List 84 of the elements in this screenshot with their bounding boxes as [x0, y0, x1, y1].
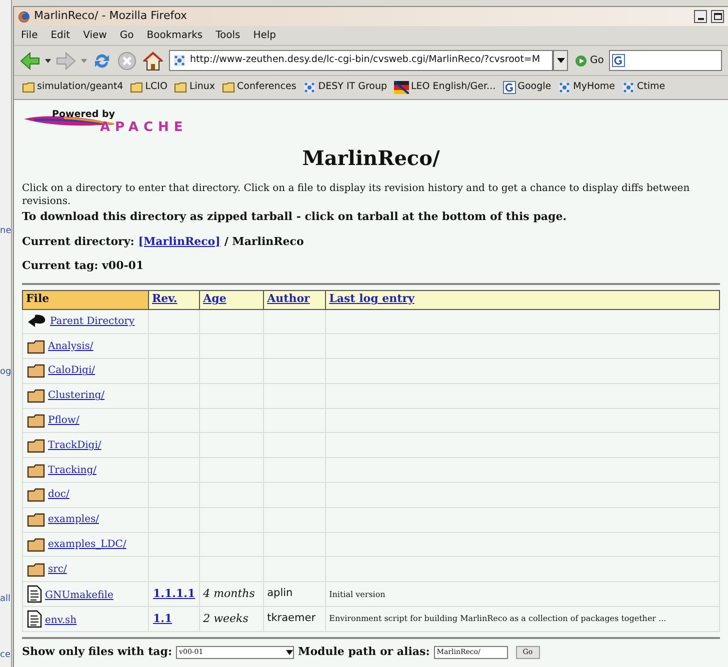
folder-icon — [27, 340, 45, 354]
folder-icon — [27, 562, 45, 577]
column-header[interactable]: Author — [264, 290, 326, 309]
column-header[interactable]: Age — [200, 290, 264, 309]
google-icon — [612, 54, 625, 67]
caret-icon — [286, 650, 294, 655]
bookmark-item[interactable]: MyHome — [558, 80, 616, 95]
maximize-button[interactable] — [711, 10, 724, 23]
menu-item[interactable]: View — [83, 28, 107, 43]
flag-icon — [394, 81, 410, 94]
home-icon[interactable] — [142, 50, 164, 70]
folder-icon — [27, 488, 45, 502]
bookmark-item[interactable]: Google — [502, 80, 552, 95]
column-header[interactable]: Rev. — [148, 290, 200, 309]
stop-icon[interactable] — [117, 50, 137, 70]
age-cell: 2 weeks — [203, 612, 248, 625]
url-field[interactable]: http://www-zeuthen.desy.de/lc-cgi-bin/cvsweb.cgi/MarlinReco/?cvsroot=M — [169, 50, 553, 71]
folder-icon — [27, 414, 45, 428]
column-header[interactable]: Last log entry — [326, 290, 720, 309]
menu-item[interactable]: File — [21, 28, 38, 43]
play-icon — [575, 54, 587, 66]
go-button[interactable]: Go — [575, 53, 604, 68]
author-cell: tkraemer — [267, 612, 316, 624]
network-icon — [558, 81, 572, 94]
window-text-fragment: og — [0, 366, 11, 379]
window-text-fragment: ce: — [0, 649, 11, 662]
log-entry: Initial version — [329, 590, 386, 599]
folder-icon — [222, 82, 236, 93]
bookmark-item[interactable]: Linux — [174, 80, 216, 95]
file-link[interactable]: src/ — [48, 562, 67, 577]
document-icon — [27, 610, 42, 628]
column-header[interactable]: File — [22, 290, 148, 309]
bookmark-item[interactable]: Conferences — [222, 80, 296, 95]
directory-link[interactable]: [MarlinReco] — [138, 234, 220, 250]
folder-icon — [27, 438, 45, 453]
folder-icon — [27, 538, 45, 552]
document-icon — [27, 585, 42, 604]
network-icon — [622, 81, 636, 94]
folder-icon — [27, 389, 45, 404]
url-dropdown-button[interactable] — [553, 50, 568, 71]
folder-icon — [130, 82, 144, 93]
tag-filter-label: Show only files with tag: — [22, 644, 172, 660]
author-cell: aplin — [267, 587, 293, 600]
minimize-button[interactable] — [694, 10, 707, 23]
network-icon — [303, 81, 316, 94]
file-link[interactable]: doc/ — [48, 487, 70, 502]
folder-icon — [27, 364, 45, 378]
menu-item[interactable]: Help — [253, 28, 276, 43]
menu-item[interactable]: Go — [120, 28, 134, 43]
menu-item[interactable]: Edit — [50, 28, 70, 43]
search-field[interactable] — [608, 50, 722, 71]
folder-icon — [174, 82, 188, 93]
network-icon — [173, 54, 186, 67]
dropdown-caret-icon[interactable] — [45, 58, 51, 62]
intro-text: Click on a directory to enter that directory. Click on a file to display its revision history and to get a chance to display diffs between revisions. — [22, 182, 691, 208]
age-cell: 4 months — [203, 586, 255, 600]
folder-icon — [27, 513, 45, 528]
firefox-icon — [18, 10, 30, 22]
current-tag: Current tag: v00-01 — [22, 258, 720, 274]
menu-item[interactable]: Bookmarks — [146, 28, 203, 43]
window-text-fragment: all — [0, 593, 11, 606]
bookmark-item[interactable]: Ctime — [622, 80, 666, 95]
back-arrow-icon[interactable] — [20, 52, 40, 70]
caret-icon — [556, 58, 564, 63]
folder-icon — [22, 82, 35, 93]
bookmark-item[interactable]: LCIO — [130, 80, 168, 95]
menu-item[interactable]: Tools — [216, 28, 240, 43]
window-title: MarlinReco/ - Mozilla Firefox — [34, 8, 188, 24]
file-link[interactable]: env.sh — [45, 612, 77, 628]
page-heading: MarlinReco/ — [301, 145, 441, 172]
window-text-fragment: ne — [0, 225, 11, 238]
module-path-label: Module path or alias: — [298, 644, 430, 660]
current-directory-path: / MarlinReco — [224, 234, 304, 250]
current-directory-label: Current directory: — [22, 234, 134, 250]
bookmark-item[interactable]: simulation/geant4 — [22, 80, 124, 95]
return-arrow-icon — [27, 314, 47, 329]
folder-icon — [27, 464, 45, 478]
download-note: To download this directory as zipped tarball - click on tarball at the bottom of this page. — [22, 209, 568, 225]
apache-logo: Powered by APACHE — [22, 108, 242, 134]
log-entry: Environment script for building MarlinReco as a collection of packages together ... — [329, 614, 666, 624]
file-link[interactable]: Pflow/ — [48, 413, 80, 428]
bookmark-item[interactable]: DESY IT Group — [303, 80, 388, 95]
google-icon — [502, 81, 516, 94]
bookmark-item[interactable]: LEO English/Ger... — [394, 80, 496, 95]
